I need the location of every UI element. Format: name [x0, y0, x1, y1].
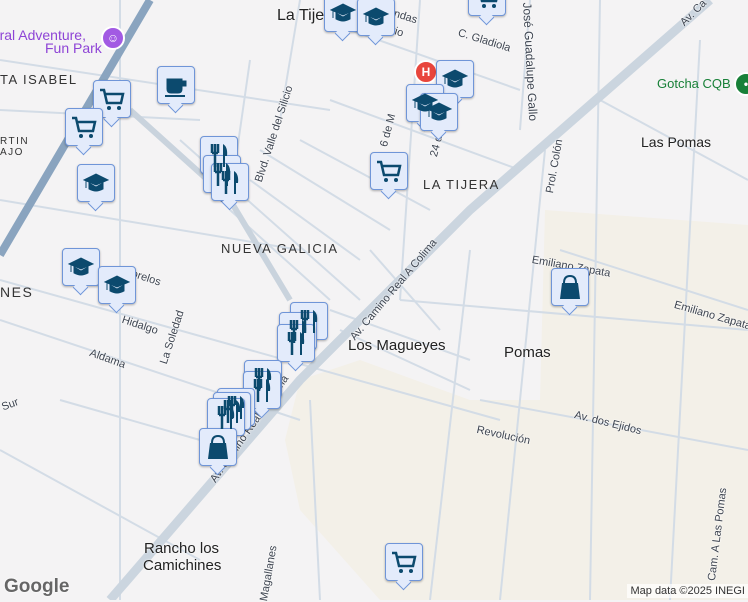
- neighborhood-label: TA ISABEL: [0, 72, 78, 87]
- education-marker[interactable]: [77, 164, 115, 202]
- cafe-marker[interactable]: [157, 66, 195, 104]
- gotcha-label[interactable]: Gotcha CQB: [657, 76, 731, 91]
- restaurant-marker[interactable]: [211, 163, 249, 201]
- place-label: Rancho los: [144, 540, 220, 557]
- education-marker[interactable]: [357, 0, 395, 36]
- shopping-icon: [377, 160, 402, 182]
- shopping-marker[interactable]: [93, 80, 131, 118]
- cafe-icon: [165, 78, 187, 97]
- shopping-marker[interactable]: [65, 108, 103, 146]
- education-marker[interactable]: [98, 266, 136, 304]
- education-icon: [425, 102, 453, 121]
- bag-marker[interactable]: [551, 268, 589, 306]
- map-attribution[interactable]: Map data ©2025 INEGI: [627, 584, 748, 598]
- restaurant-icon: [217, 406, 235, 429]
- education-marker[interactable]: [436, 60, 474, 98]
- education-icon: [67, 257, 95, 276]
- place-label: Pomas: [504, 344, 551, 361]
- restaurant-icon: [287, 332, 305, 355]
- neighborhood-label: RTIN: [0, 136, 30, 147]
- education-icon: [441, 69, 469, 88]
- bag-icon: [560, 274, 580, 299]
- shopping-icon: [392, 551, 417, 573]
- shopping-icon: [480, 0, 498, 8]
- restaurant-icon: [221, 171, 239, 194]
- education-marker[interactable]: [420, 93, 458, 131]
- restaurant-marker[interactable]: [277, 324, 315, 362]
- neighborhood-label: NES: [0, 284, 34, 300]
- education-icon: [82, 173, 110, 192]
- place-label: Camichines: [143, 557, 222, 574]
- bag-marker[interactable]: [199, 428, 237, 466]
- neighborhood-label: NUEVA GALICIA: [221, 241, 339, 256]
- restaurant-icon: [253, 379, 271, 402]
- restaurant-marker[interactable]: [207, 398, 245, 436]
- hospital-icon[interactable]: H: [414, 60, 438, 84]
- google-logo[interactable]: Google: [4, 576, 69, 598]
- neighborhood-label: AJO: [0, 147, 24, 158]
- education-marker[interactable]: [62, 248, 100, 286]
- place-label: Las Pomas: [641, 134, 712, 150]
- shopping-marker[interactable]: [468, 0, 506, 16]
- park-icon[interactable]: ☺: [101, 26, 125, 50]
- bag-icon: [208, 434, 228, 459]
- education-icon: [329, 3, 357, 22]
- neighborhood-label: LA TIJERA: [423, 177, 500, 192]
- shopping-icon: [72, 116, 97, 138]
- fun-park-label-2[interactable]: Fun Park: [45, 40, 102, 56]
- shopping-marker[interactable]: [370, 152, 408, 190]
- education-icon: [103, 275, 131, 294]
- place-label: Los Magueyes: [348, 337, 446, 354]
- shopping-marker[interactable]: [385, 543, 423, 581]
- education-icon: [362, 7, 390, 26]
- shopping-icon: [100, 88, 125, 110]
